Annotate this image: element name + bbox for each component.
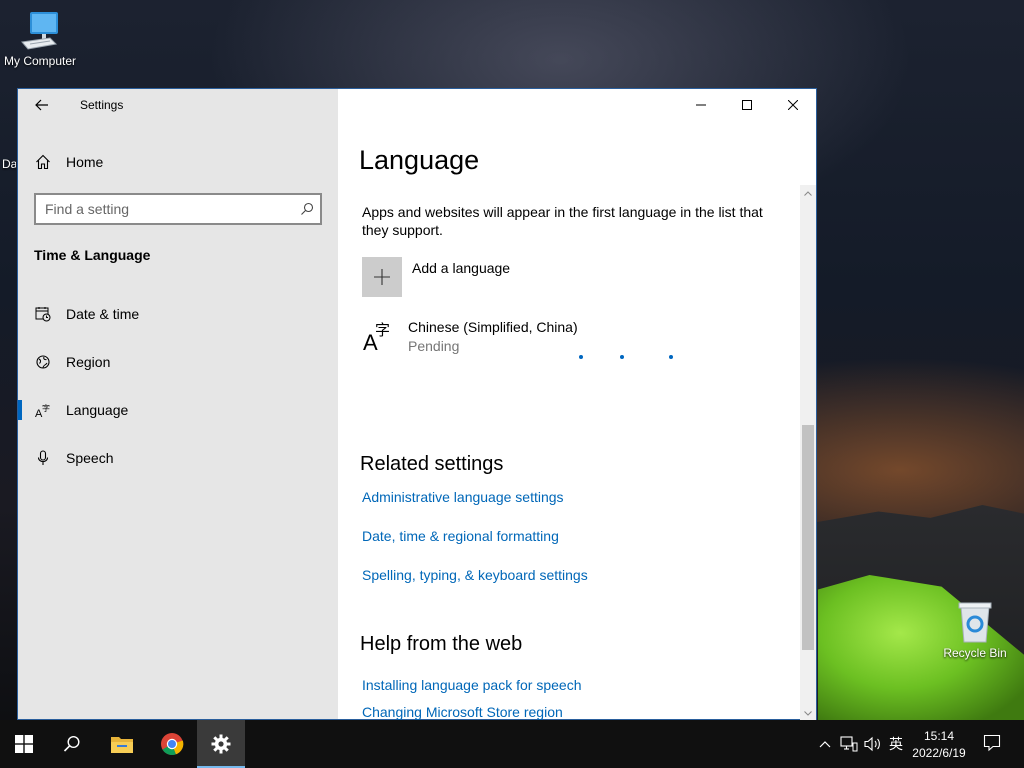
scroll-up-button[interactable] — [800, 185, 816, 201]
chevron-up-icon — [804, 190, 812, 196]
search-input[interactable] — [36, 195, 294, 223]
notification-icon — [983, 734, 1001, 752]
taskbar: 英 15:14 2022/6/19 — [0, 720, 1024, 768]
scrollbar-thumb[interactable] — [802, 425, 814, 650]
chrome-button[interactable] — [148, 720, 196, 768]
link-installing-language-pack[interactable]: Installing language pack for speech — [362, 677, 581, 693]
sidebar-item-label: Language — [66, 402, 129, 418]
clock-date: 2022/6/19 — [912, 746, 966, 760]
link-spelling-typing-keyboard-settings[interactable]: Spelling, typing, & keyboard settings — [362, 567, 588, 583]
section-heading: Time & Language — [34, 247, 151, 263]
window-title: Settings — [80, 98, 124, 112]
chrome-icon — [161, 733, 184, 756]
progress-dot — [620, 355, 624, 359]
search-icon[interactable] — [294, 202, 320, 216]
caption-buttons — [678, 89, 816, 121]
sidebar-item-date-time[interactable]: Date & time — [18, 294, 338, 334]
titlebar: Settings — [18, 89, 338, 121]
clock[interactable]: 15:14 2022/6/19 — [904, 728, 974, 762]
calendar-clock-icon — [34, 306, 52, 322]
volume-button[interactable] — [864, 734, 882, 754]
sidebar: Settings Home Time & Language — [18, 89, 338, 719]
plus-icon — [362, 257, 402, 297]
sidebar-item-label: Region — [66, 354, 111, 370]
globe-icon — [34, 354, 52, 370]
clock-time: 15:14 — [923, 729, 955, 743]
maximize-button[interactable] — [724, 89, 770, 121]
desktop-icon-label: My Computer — [3, 54, 77, 68]
page-title: Language — [359, 145, 480, 175]
speaker-icon — [864, 736, 880, 752]
scrollbar[interactable] — [800, 185, 816, 721]
search-box — [34, 193, 322, 225]
chevron-up-icon — [819, 741, 831, 748]
folder-icon — [111, 737, 133, 753]
svg-text:字: 字 — [42, 403, 50, 413]
related-settings-heading: Related settings — [360, 453, 504, 475]
close-button[interactable] — [770, 89, 816, 121]
language-icon: A 字 — [34, 402, 52, 418]
microphone-icon — [34, 450, 52, 466]
link-date-time-regional-formatting[interactable]: Date, time & regional formatting — [362, 528, 559, 544]
computer-icon — [0, 8, 80, 52]
desktop-icon-my-computer[interactable]: My Computer — [0, 8, 80, 68]
file-explorer-button[interactable] — [98, 720, 146, 768]
windows-logo-icon — [15, 735, 33, 753]
link-changing-store-region[interactable]: Changing Microsoft Store region — [362, 704, 563, 720]
back-arrow-icon — [35, 99, 48, 111]
content-pane: Language Apps and websites will appear i… — [338, 89, 816, 721]
ime-indicator[interactable]: 英 — [887, 734, 905, 754]
maximize-icon — [742, 100, 752, 110]
language-status: Pending — [408, 338, 460, 354]
add-language-label: Add a language — [412, 260, 511, 276]
add-language-button[interactable]: Add a language — [362, 257, 622, 297]
scroll-down-button[interactable] — [800, 705, 816, 721]
chevron-down-icon — [804, 710, 812, 716]
taskbar-search-button[interactable] — [48, 720, 96, 768]
content-scroll-area: Apps and websites will appear in the fir… — [338, 185, 816, 721]
sidebar-item-label: Speech — [66, 450, 114, 466]
home-label: Home — [66, 154, 104, 170]
language-description: Apps and websites will appear in the fir… — [362, 204, 763, 238]
language-list-item[interactable]: A 字 Chinese (Simplified, China) Pending — [362, 317, 782, 363]
recycle-bin-icon — [935, 600, 1015, 644]
sidebar-item-region[interactable]: Region — [18, 342, 338, 382]
progress-dot — [669, 355, 673, 359]
close-icon — [788, 100, 798, 110]
search-icon — [63, 735, 80, 752]
progress-dot — [579, 355, 583, 359]
sidebar-item-speech[interactable]: Speech — [18, 438, 338, 478]
svg-text:字: 字 — [375, 321, 390, 339]
language-icon: A 字 — [363, 321, 390, 353]
sidebar-item-language[interactable]: A 字 Language — [18, 390, 338, 430]
desktop-icon-recycle-bin[interactable]: Recycle Bin — [935, 600, 1015, 660]
settings-window: Settings Home Time & Language — [17, 88, 817, 721]
action-center-button[interactable] — [982, 733, 1002, 753]
network-button[interactable] — [840, 734, 858, 754]
minimize-button[interactable] — [678, 89, 724, 121]
desktop-icon-label: Recycle Bin — [943, 646, 1007, 660]
show-hidden-icons-button[interactable] — [818, 734, 832, 754]
language-name: Chinese (Simplified, China) — [408, 319, 578, 335]
gear-icon — [211, 734, 231, 754]
network-icon — [840, 736, 858, 752]
back-button[interactable] — [30, 95, 54, 115]
start-button[interactable] — [0, 720, 48, 768]
help-heading: Help from the web — [360, 633, 523, 655]
sidebar-item-home[interactable]: Home — [18, 147, 338, 177]
link-administrative-language-settings[interactable]: Administrative language settings — [362, 489, 564, 505]
settings-taskbar-button[interactable] — [197, 720, 245, 768]
minimize-icon — [696, 104, 706, 106]
desktop-icon-partial-label: Da — [2, 157, 16, 171]
home-icon — [34, 154, 52, 170]
sidebar-item-label: Date & time — [66, 306, 140, 322]
